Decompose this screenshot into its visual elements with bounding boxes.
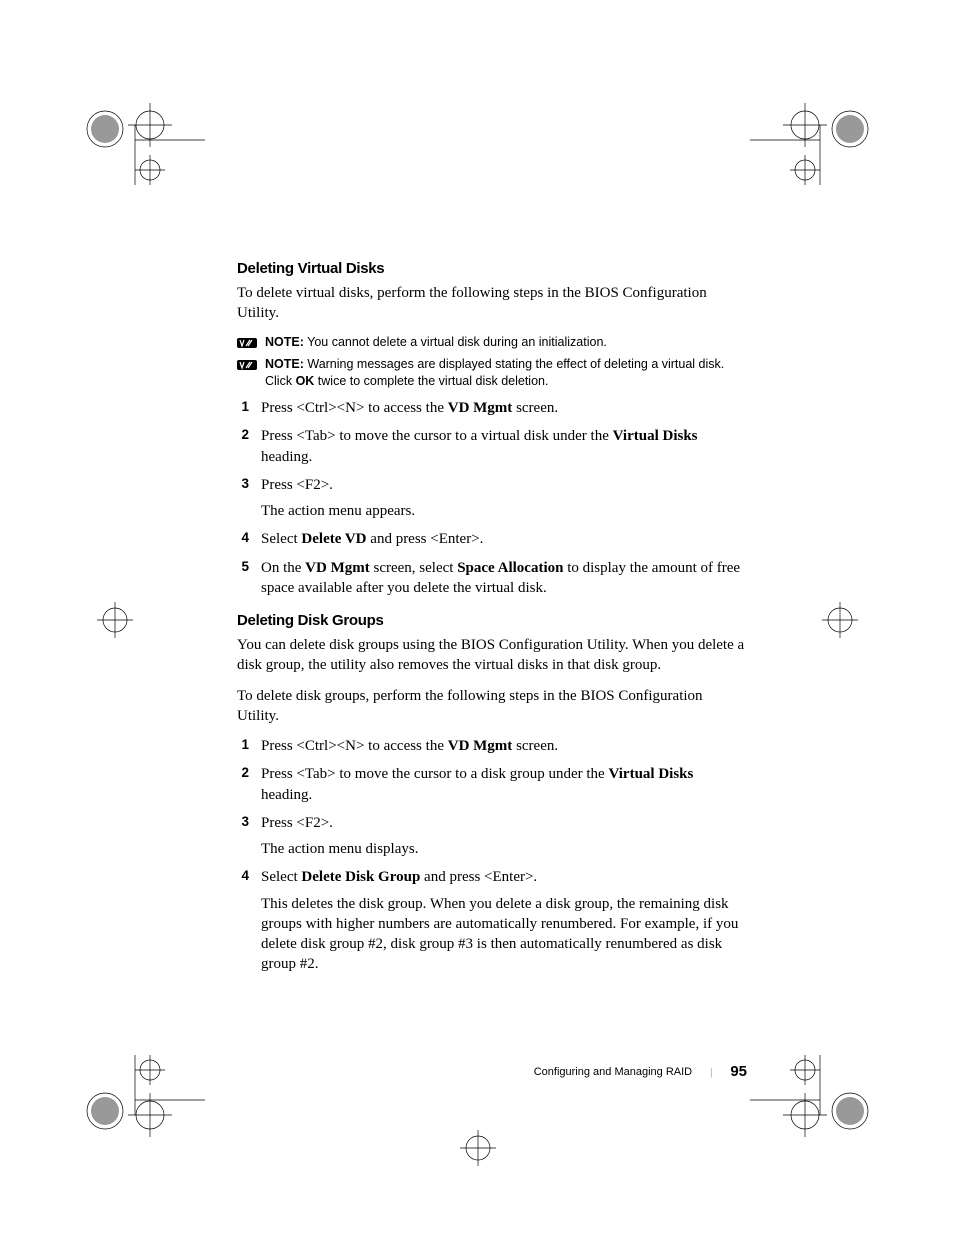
crop-mark-bottom-left bbox=[85, 1055, 205, 1155]
step-bold: Delete Disk Group bbox=[301, 869, 420, 885]
step-bold: Space Allocation bbox=[457, 560, 563, 576]
step-text: Press <F2>. bbox=[261, 813, 747, 833]
step-text: screen. bbox=[512, 400, 558, 416]
step-text: and press <Enter>. bbox=[420, 869, 537, 885]
step-text: Press <Ctrl><N> to access the bbox=[261, 738, 448, 754]
step-bold: VD Mgmt bbox=[305, 560, 370, 576]
note-2: NOTE: Warning messages are displayed sta… bbox=[237, 356, 747, 390]
crop-mark-mid-left bbox=[95, 600, 135, 640]
step-body: Press <Tab> to move the cursor to a disk… bbox=[261, 764, 747, 805]
step-item: 1 Press <Ctrl><N> to access the VD Mgmt … bbox=[237, 736, 747, 756]
step-item: 3 Press <F2>. The action menu appears. bbox=[237, 475, 747, 522]
step-text: screen, select bbox=[370, 560, 457, 576]
note-body: You cannot delete a virtual disk during … bbox=[304, 335, 607, 349]
step-body: Press <F2>. The action menu displays. bbox=[261, 813, 747, 860]
note-body-b: twice to complete the virtual disk delet… bbox=[314, 374, 548, 388]
step-number: 1 bbox=[237, 737, 249, 756]
crop-mark-top-left bbox=[85, 85, 205, 185]
note-1: NOTE: You cannot delete a virtual disk d… bbox=[237, 334, 747, 351]
note-icon bbox=[237, 336, 257, 350]
note-text: NOTE: You cannot delete a virtual disk d… bbox=[265, 334, 607, 351]
footer-title: Configuring and Managing RAID bbox=[534, 1066, 692, 1078]
step-text: This deletes the disk group. When you de… bbox=[261, 894, 747, 975]
step-bold: Virtual Disks bbox=[608, 766, 693, 782]
step-body: Press <Ctrl><N> to access the VD Mgmt sc… bbox=[261, 736, 747, 756]
footer-separator: | bbox=[710, 1066, 712, 1078]
step-text: The action menu displays. bbox=[261, 839, 747, 859]
step-text: Press <F2>. bbox=[261, 475, 747, 495]
section-intro: To delete disk groups, perform the follo… bbox=[237, 686, 747, 727]
step-number: 2 bbox=[237, 427, 249, 467]
step-bold: VD Mgmt bbox=[448, 400, 513, 416]
crop-mark-bottom-center bbox=[458, 1128, 498, 1168]
note-ok: OK bbox=[296, 374, 315, 388]
crop-mark-top-right bbox=[750, 85, 870, 185]
step-body: Select Delete Disk Group and press <Ente… bbox=[261, 867, 747, 974]
crop-mark-mid-right bbox=[820, 600, 860, 640]
step-number: 4 bbox=[237, 530, 249, 549]
step-text: heading. bbox=[261, 449, 312, 465]
step-bold: Delete VD bbox=[301, 531, 366, 547]
step-text: Press <Ctrl><N> to access the bbox=[261, 400, 448, 416]
step-item: 1 Press <Ctrl><N> to access the VD Mgmt … bbox=[237, 398, 747, 418]
step-text: screen. bbox=[512, 738, 558, 754]
step-item: 3 Press <F2>. The action menu displays. bbox=[237, 813, 747, 860]
step-number: 1 bbox=[237, 399, 249, 418]
step-number: 2 bbox=[237, 765, 249, 805]
note-label: NOTE: bbox=[265, 335, 304, 349]
step-text: On the bbox=[261, 560, 305, 576]
step-body: On the VD Mgmt screen, select Space Allo… bbox=[261, 558, 747, 599]
steps-section2: 1 Press <Ctrl><N> to access the VD Mgmt … bbox=[237, 736, 747, 975]
page-content: Deleting Virtual Disks To delete virtual… bbox=[237, 260, 747, 989]
step-body: Press <F2>. The action menu appears. bbox=[261, 475, 747, 522]
section-intro: You can delete disk groups using the BIO… bbox=[237, 635, 747, 676]
section-heading-deleting-disk-groups: Deleting Disk Groups bbox=[237, 612, 747, 629]
step-item: 2 Press <Tab> to move the cursor to a di… bbox=[237, 764, 747, 805]
page-footer: Configuring and Managing RAID | 95 bbox=[237, 1063, 747, 1080]
step-text: and press <Enter>. bbox=[367, 531, 484, 547]
step-item: 4 Select Delete VD and press <Enter>. bbox=[237, 529, 747, 549]
step-text: Select bbox=[261, 869, 301, 885]
step-number: 4 bbox=[237, 868, 249, 974]
note-text: NOTE: Warning messages are displayed sta… bbox=[265, 356, 747, 390]
step-text: Press <Tab> to move the cursor to a disk… bbox=[261, 766, 608, 782]
crop-mark-bottom-right bbox=[750, 1055, 870, 1155]
step-text: Press <Tab> to move the cursor to a virt… bbox=[261, 428, 613, 444]
step-number: 3 bbox=[237, 476, 249, 522]
step-item: 5 On the VD Mgmt screen, select Space Al… bbox=[237, 558, 747, 599]
note-label: NOTE: bbox=[265, 357, 304, 371]
step-body: Select Delete VD and press <Enter>. bbox=[261, 529, 747, 549]
step-body: Press <Ctrl><N> to access the VD Mgmt sc… bbox=[261, 398, 747, 418]
section-heading-deleting-virtual-disks: Deleting Virtual Disks bbox=[237, 260, 747, 277]
section-intro: To delete virtual disks, perform the fol… bbox=[237, 283, 747, 324]
steps-section1: 1 Press <Ctrl><N> to access the VD Mgmt … bbox=[237, 398, 747, 598]
step-text: Select bbox=[261, 531, 301, 547]
step-number: 5 bbox=[237, 559, 249, 599]
step-item: 4 Select Delete Disk Group and press <En… bbox=[237, 867, 747, 974]
note-icon bbox=[237, 358, 257, 372]
step-bold: VD Mgmt bbox=[448, 738, 513, 754]
step-bold: Virtual Disks bbox=[613, 428, 698, 444]
page-number: 95 bbox=[730, 1063, 747, 1080]
step-item: 2 Press <Tab> to move the cursor to a vi… bbox=[237, 426, 747, 467]
step-body: Press <Tab> to move the cursor to a virt… bbox=[261, 426, 747, 467]
step-number: 3 bbox=[237, 814, 249, 860]
step-text: The action menu appears. bbox=[261, 501, 747, 521]
step-text: heading. bbox=[261, 787, 312, 803]
